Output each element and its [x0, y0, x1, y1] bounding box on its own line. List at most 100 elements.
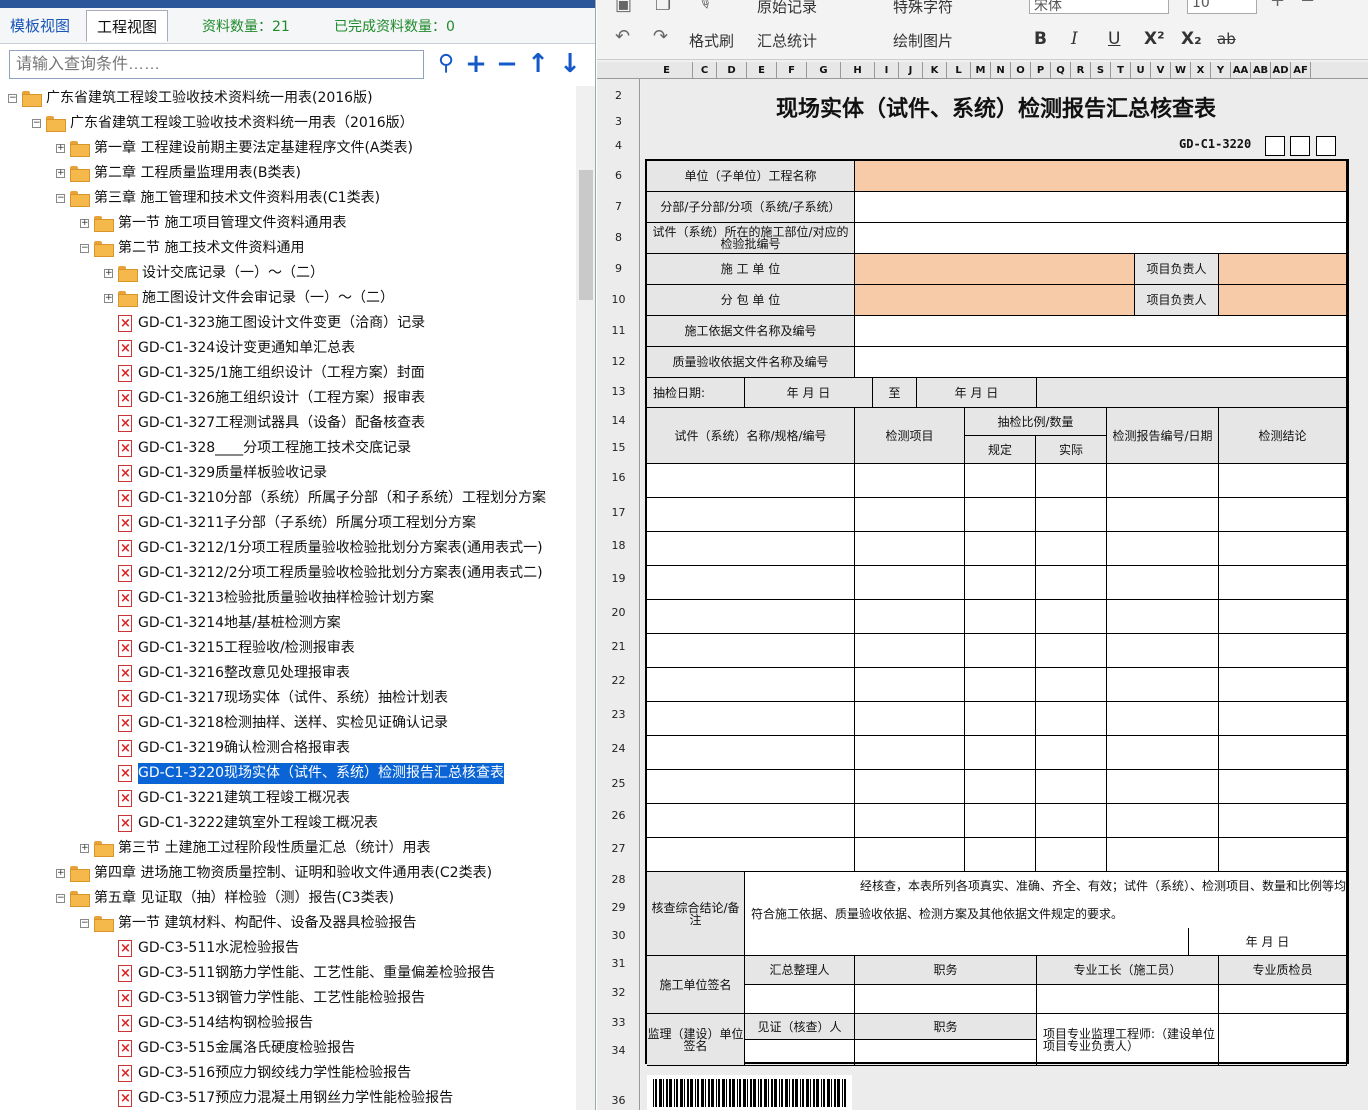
- collapse-icon[interactable]: −: [32, 119, 41, 128]
- data-cell[interactable]: [965, 770, 1036, 804]
- compiler-field[interactable]: [745, 985, 855, 1014]
- search-icon[interactable]: ⚲: [432, 50, 460, 80]
- data-cell[interactable]: [1036, 600, 1107, 634]
- tree-document-node[interactable]: GD-C3-514结构钢检验报告: [0, 1011, 576, 1036]
- data-cell[interactable]: [965, 634, 1036, 668]
- tree-document-node[interactable]: GD-C1-3222建筑室外工程竣工概况表: [0, 811, 576, 836]
- column-label[interactable]: I: [875, 62, 899, 79]
- data-cell[interactable]: [1107, 736, 1219, 770]
- data-cell[interactable]: [855, 600, 965, 634]
- row-label[interactable]: 18: [597, 539, 640, 552]
- tree-document-node[interactable]: GD-C1-3213检验批质量验收抽样检验计划方案: [0, 586, 576, 611]
- row-label[interactable]: 29: [597, 901, 640, 914]
- collapse-all-icon[interactable]: −: [493, 50, 521, 80]
- tree-document-node[interactable]: GD-C3-516预应力钢绞线力学性能检验报告: [0, 1061, 576, 1086]
- column-label[interactable]: G: [807, 62, 841, 79]
- row-label[interactable]: 28: [597, 873, 640, 886]
- tree-folder-node[interactable]: − 第二节 施工技术文件资料通用: [0, 236, 576, 261]
- data-cell[interactable]: [647, 600, 855, 634]
- expand-icon[interactable]: +: [56, 144, 65, 153]
- column-label[interactable]: O: [1011, 62, 1031, 79]
- row-label[interactable]: 3: [597, 115, 640, 128]
- column-label[interactable]: K: [923, 62, 947, 79]
- underline-button[interactable]: U: [1108, 29, 1120, 49]
- column-label[interactable]: N: [991, 62, 1011, 79]
- foreman-field[interactable]: [1037, 985, 1219, 1014]
- tree-folder-node[interactable]: − 第一节 建筑材料、构配件、设备及器具检验报告: [0, 911, 576, 936]
- column-label[interactable]: S: [1091, 62, 1111, 79]
- data-cell[interactable]: [1036, 566, 1107, 600]
- data-cell[interactable]: [1036, 668, 1107, 702]
- row-label[interactable]: 7: [597, 200, 640, 213]
- data-cell[interactable]: [1219, 736, 1347, 770]
- data-cell[interactable]: [647, 770, 855, 804]
- data-cell[interactable]: [965, 532, 1036, 566]
- data-cell[interactable]: [965, 464, 1036, 498]
- duty2-field[interactable]: [855, 1040, 1037, 1066]
- subdivision-field[interactable]: [855, 192, 1347, 223]
- row-label[interactable]: 19: [597, 572, 640, 585]
- tree-folder-node[interactable]: − 广东省建筑工程竣工验收技术资料统一用表（2016版）: [0, 111, 576, 136]
- data-cell[interactable]: [1107, 770, 1219, 804]
- tree-document-node[interactable]: GD-C1-323施工图设计文件变更（洽商）记录: [0, 311, 576, 336]
- data-cell[interactable]: [1107, 668, 1219, 702]
- tree-document-node[interactable]: GD-C1-3210分部（系统）所属子分部（和子系统）工程划分方案: [0, 486, 576, 511]
- data-cell[interactable]: [1219, 600, 1347, 634]
- data-cell[interactable]: [965, 600, 1036, 634]
- data-cell[interactable]: [647, 464, 855, 498]
- row-label[interactable]: 36: [597, 1094, 640, 1107]
- row-label[interactable]: 33: [597, 1016, 640, 1029]
- data-cell[interactable]: [855, 736, 965, 770]
- manager2-field[interactable]: [1219, 285, 1347, 316]
- location-field[interactable]: [855, 223, 1347, 254]
- tree-document-node[interactable]: GD-C1-325/1施工组织设计（工程方案）封面: [0, 361, 576, 386]
- subscript-button[interactable]: X₂: [1181, 29, 1202, 49]
- bold-button[interactable]: B: [1034, 29, 1047, 49]
- special-char-button[interactable]: 特殊字符: [893, 0, 953, 17]
- tree-document-node[interactable]: GD-C1-324设计变更通知单汇总表: [0, 336, 576, 361]
- data-cell[interactable]: [1107, 838, 1219, 872]
- tree-folder-node[interactable]: + 第一节 施工项目管理文件资料通用表: [0, 211, 576, 236]
- tree-document-node[interactable]: GD-C1-3215工程验收/检测报审表: [0, 636, 576, 661]
- data-cell[interactable]: [1036, 838, 1107, 872]
- data-cell[interactable]: [1036, 770, 1107, 804]
- data-cell[interactable]: [965, 804, 1036, 838]
- data-cell[interactable]: [647, 838, 855, 872]
- tree-folder-node[interactable]: + 设计交底记录（一）～（二）: [0, 261, 576, 286]
- font-select[interactable]: 宋体: [1029, 0, 1169, 14]
- data-cell[interactable]: [965, 702, 1036, 736]
- sample-date-start[interactable]: 年 月 日: [745, 378, 873, 408]
- row-label[interactable]: 12: [597, 355, 640, 368]
- column-label[interactable]: H: [841, 62, 875, 79]
- code-box-1[interactable]: [1265, 136, 1285, 156]
- italic-button[interactable]: I: [1071, 29, 1078, 49]
- expand-icon[interactable]: +: [56, 869, 65, 878]
- row-label[interactable]: 13: [597, 385, 640, 398]
- data-cell[interactable]: [1219, 566, 1347, 600]
- column-label[interactable]: P: [1031, 62, 1051, 79]
- data-cell[interactable]: [1219, 532, 1347, 566]
- data-cell[interactable]: [647, 736, 855, 770]
- tree-folder-node[interactable]: + 第三节 土建施工过程阶段性质量汇总（统计）用表: [0, 836, 576, 861]
- data-cell[interactable]: [855, 770, 965, 804]
- data-cell[interactable]: [647, 668, 855, 702]
- data-cell[interactable]: [1107, 804, 1219, 838]
- row-label[interactable]: 31: [597, 957, 640, 970]
- tree-document-node[interactable]: GD-C1-3212/1分项工程质量验收检验批划分方案表(通用表式一): [0, 536, 576, 561]
- row-label[interactable]: 11: [597, 324, 640, 337]
- data-cell[interactable]: [1219, 668, 1347, 702]
- data-cell[interactable]: [855, 464, 965, 498]
- expand-all-icon[interactable]: +: [462, 50, 490, 80]
- column-label[interactable]: V: [1151, 62, 1171, 79]
- data-cell[interactable]: [1219, 838, 1347, 872]
- duty-field[interactable]: [855, 985, 1037, 1014]
- collapse-icon[interactable]: −: [56, 194, 65, 203]
- witness-field[interactable]: [745, 1040, 855, 1066]
- data-cell[interactable]: [647, 498, 855, 532]
- data-cell[interactable]: [855, 634, 965, 668]
- data-cell[interactable]: [1107, 566, 1219, 600]
- contractor-field[interactable]: [855, 254, 1135, 285]
- tree-document-node[interactable]: GD-C1-3221建筑工程竣工概况表: [0, 786, 576, 811]
- row-label[interactable]: 9: [597, 262, 640, 275]
- column-label[interactable]: E: [641, 62, 693, 79]
